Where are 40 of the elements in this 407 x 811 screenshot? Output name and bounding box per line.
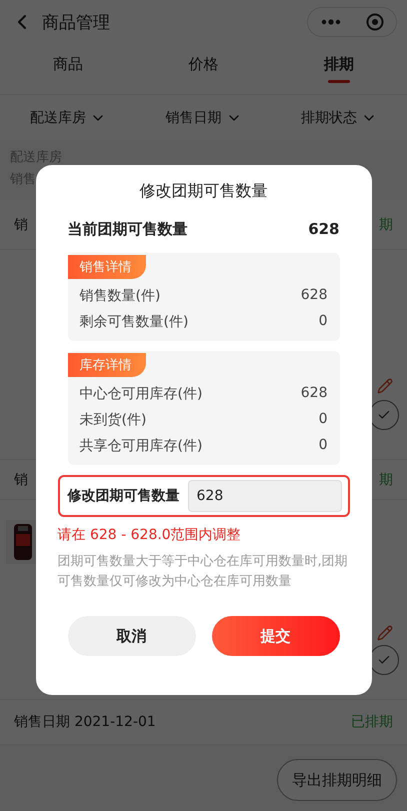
detail-label: 未到货(件) (80, 411, 146, 429)
filter-dropdown[interactable]: 配送库房 (0, 95, 136, 140)
capsule-menu[interactable] (307, 7, 397, 37)
section-tag: 销售详情 (68, 255, 146, 279)
note-text: 团期可售数量大于等于中心仓在库可用数量时,团期可售数量仅可修改为中心仓在库可用数量 (58, 553, 349, 591)
edit-icon[interactable] (377, 625, 393, 641)
page-title: 商品管理 (42, 12, 111, 34)
filter-dropdown[interactable]: 销售日期 (136, 95, 272, 140)
tab[interactable]: 价格 (136, 44, 272, 94)
submit-button[interactable]: 提交 (212, 616, 340, 656)
detail-label: 中心仓可用库存(件) (80, 385, 202, 403)
edit-icon[interactable] (377, 378, 393, 394)
range-hint: 请在 628 - 628.0范围内调整 (58, 526, 242, 544)
section-tag: 库存详情 (68, 353, 146, 377)
detail-label: 共享仓可用库存(件) (80, 437, 202, 455)
dialog-title: 修改团期可售数量 (138, 181, 268, 202)
detail-value: 628 (300, 385, 328, 403)
sale-date: 销 (14, 470, 28, 488)
detail-value: 0 (318, 313, 328, 331)
more-icon[interactable] (320, 19, 340, 25)
export-button[interactable]: 导出排期明细 (277, 759, 397, 801)
schedule-status: 已排期 (351, 713, 393, 731)
input-label: 修改团期可售数量 (68, 487, 180, 505)
quantity-field[interactable]: 628 (188, 480, 342, 512)
current-label: 当前团期可售数量 (68, 220, 188, 239)
detail-label: 销售数量(件) (80, 287, 160, 305)
cancel-button[interactable]: 取消 (68, 616, 196, 656)
tab[interactable]: 商品 (0, 44, 136, 94)
detail-value: 628 (300, 287, 328, 305)
close-icon[interactable] (366, 13, 384, 31)
sale-date: 销售日期 2021-12-01 (14, 713, 156, 731)
detail-value: 0 (318, 411, 328, 429)
tab[interactable]: 排期 (271, 44, 407, 94)
schedule-status: 期 (379, 216, 393, 234)
sale-date: 销 (14, 216, 28, 234)
detail-label: 剩余可售数量(件) (80, 313, 188, 331)
current-value: 628 (308, 220, 340, 239)
schedule-status: 期 (379, 470, 393, 488)
detail-value: 0 (318, 437, 328, 455)
filter-dropdown[interactable]: 排期状态 (271, 95, 407, 140)
